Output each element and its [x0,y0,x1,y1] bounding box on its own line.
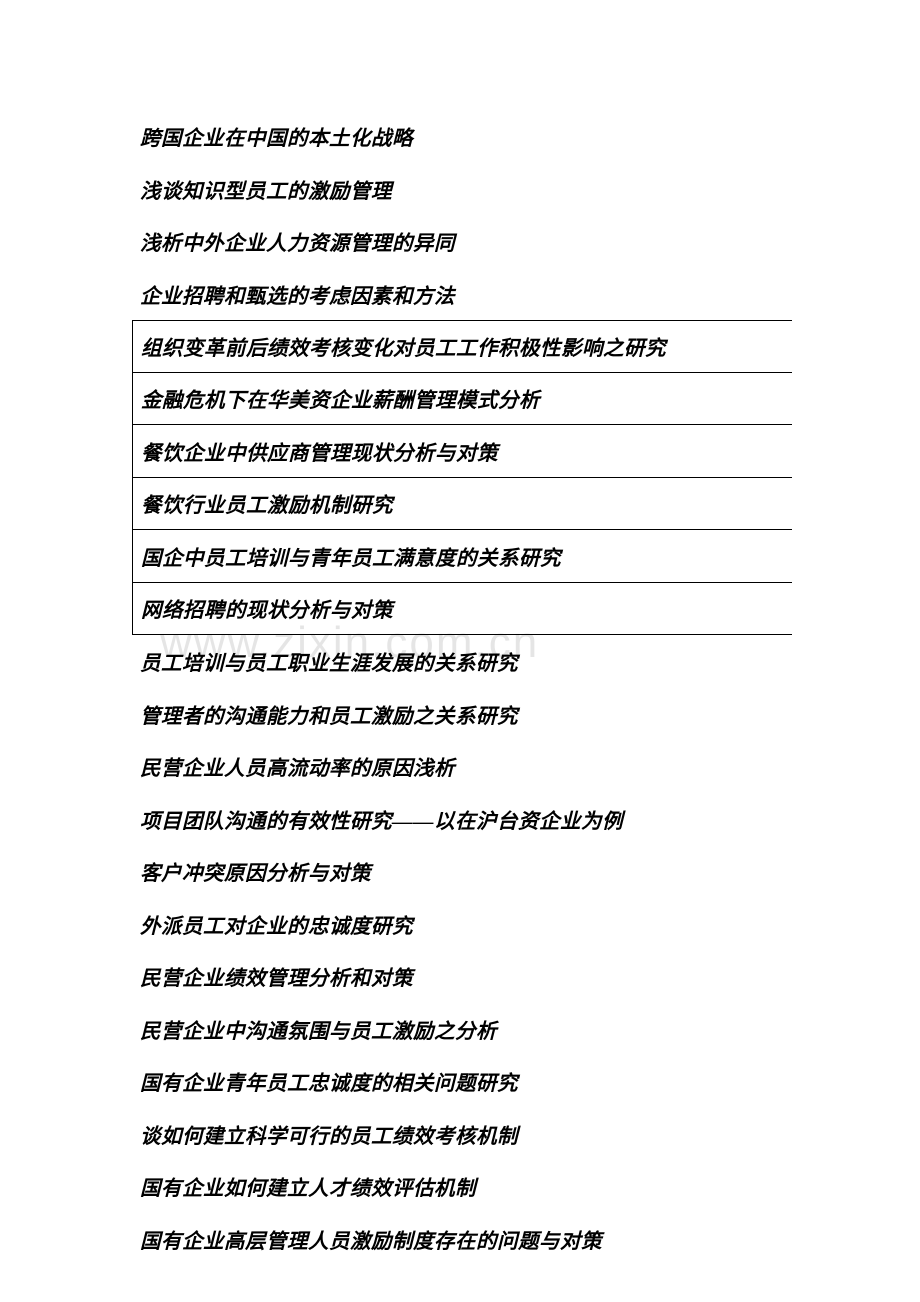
topic-row: 餐饮企业中供应商管理现状分析与对策 [132,425,792,478]
topic-row: 外派员工对企业的忠诚度研究 [132,898,792,951]
topic-row: 民营企业人员高流动率的原因浅析 [132,740,792,793]
topic-list: 跨国企业在中国的本土化战略浅谈知识型员工的激励管理浅析中外企业人力资源管理的异同… [132,110,792,1265]
topic-text: 管理者的沟通能力和员工激励之关系研究 [140,699,518,729]
topic-row: 组织变革前后绩效考核变化对员工工作积极性影响之研究 [132,320,792,373]
topic-text: 网络招聘的现状分析与对策 [141,593,393,623]
topic-text: 项目团队沟通的有效性研究——以在沪台资企业为例 [140,804,623,834]
topic-row: 网络招聘的现状分析与对策 [132,583,792,636]
topic-row: 金融危机下在华美资企业薪酬管理模式分析 [132,373,792,426]
topic-text: 民营企业人员高流动率的原因浅析 [140,751,455,781]
topic-text: 浅析中外企业人力资源管理的异同 [140,226,455,256]
topic-text: 餐饮企业中供应商管理现状分析与对策 [141,436,498,466]
topic-row: 项目团队沟通的有效性研究——以在沪台资企业为例 [132,793,792,846]
topic-row: 谈如何建立科学可行的员工绩效考核机制 [132,1108,792,1161]
topic-row: 餐饮行业员工激励机制研究 [132,478,792,531]
topic-row: 跨国企业在中国的本土化战略 [132,110,792,163]
topic-text: 浅谈知识型员工的激励管理 [140,174,392,204]
topic-text: 跨国企业在中国的本土化战略 [140,121,413,151]
topic-text: 民营企业绩效管理分析和对策 [140,961,413,991]
topic-text: 金融危机下在华美资企业薪酬管理模式分析 [141,383,540,413]
topic-row: 浅析中外企业人力资源管理的异同 [132,215,792,268]
topic-row: 员工培训与员工职业生涯发展的关系研究 [132,635,792,688]
topic-row: 民营企业中沟通氛围与员工激励之分析 [132,1003,792,1056]
topic-text: 客户冲突原因分析与对策 [140,856,371,886]
topic-text: 外派员工对企业的忠诚度研究 [140,909,413,939]
topic-text: 员工培训与员工职业生涯发展的关系研究 [140,646,518,676]
topic-text: 组织变革前后绩效考核变化对员工工作积极性影响之研究 [141,331,666,361]
topic-text: 企业招聘和甄选的考虑因素和方法 [140,279,455,309]
topic-row: 浅谈知识型员工的激励管理 [132,163,792,216]
topic-text: 国有企业高层管理人员激励制度存在的问题与对策 [140,1224,602,1254]
topic-text: 谈如何建立科学可行的员工绩效考核机制 [140,1119,518,1149]
topic-row: 国有企业青年员工忠诚度的相关问题研究 [132,1055,792,1108]
topic-row: 民营企业绩效管理分析和对策 [132,950,792,1003]
topic-row: 管理者的沟通能力和员工激励之关系研究 [132,688,792,741]
topic-text: 餐饮行业员工激励机制研究 [141,488,393,518]
topic-row: 企业招聘和甄选的考虑因素和方法 [132,268,792,321]
topic-row: 国有企业高层管理人员激励制度存在的问题与对策 [132,1213,792,1266]
topic-text: 民营企业中沟通氛围与员工激励之分析 [140,1014,497,1044]
topic-row: 国企中员工培训与青年员工满意度的关系研究 [132,530,792,583]
topic-text: 国有企业青年员工忠诚度的相关问题研究 [140,1066,518,1096]
topic-row: 国有企业如何建立人才绩效评估机制 [132,1160,792,1213]
topic-row: 客户冲突原因分析与对策 [132,845,792,898]
topic-text: 国企中员工培训与青年员工满意度的关系研究 [141,541,561,571]
topic-text: 国有企业如何建立人才绩效评估机制 [140,1171,476,1201]
